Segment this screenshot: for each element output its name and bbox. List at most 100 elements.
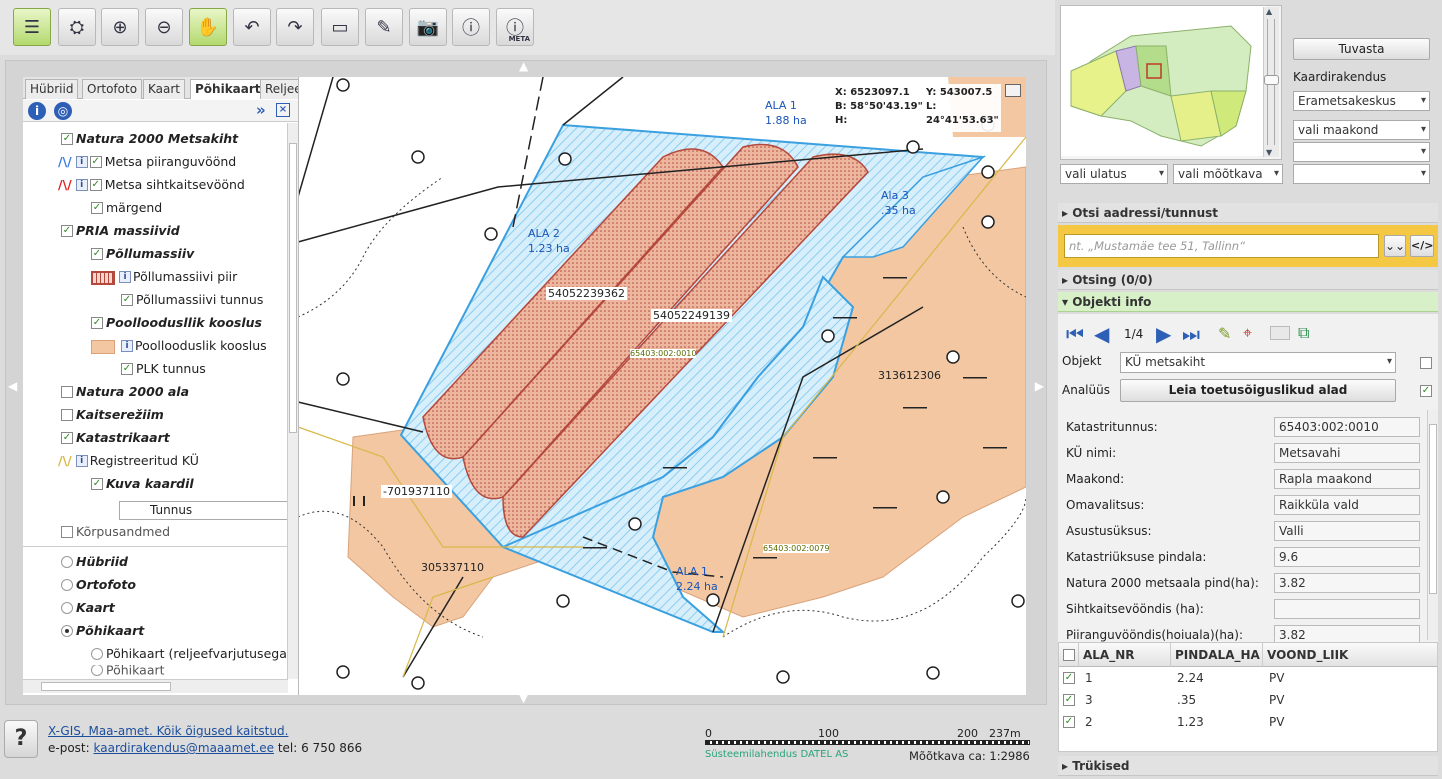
object-select[interactable]: KÜ metsakiht: [1120, 352, 1396, 373]
layer-metsa-piiranguvoond[interactable]: /\/i ✓ Metsa piiranguvöönd: [58, 150, 298, 173]
app-select[interactable]: Erametsakeskus: [1293, 91, 1430, 111]
pan-north-arrow[interactable]: ▲: [519, 59, 528, 73]
address-search-input[interactable]: nt. „Mustamäe tee 51, Tallinn“: [1064, 234, 1379, 258]
identify-meta-button[interactable]: ⓘ META: [496, 8, 534, 46]
overview-map[interactable]: [1060, 5, 1282, 160]
print-button[interactable]: 📷: [409, 8, 447, 46]
expand-icon[interactable]: »: [256, 101, 266, 119]
field-value[interactable]: Valli: [1274, 521, 1420, 541]
pan-east-arrow[interactable]: ▶: [1035, 379, 1044, 393]
layer-katastrikaart[interactable]: ✓ Katastrikaart: [61, 426, 298, 449]
coord-toggle-icon[interactable]: [1005, 84, 1021, 97]
prev-page-icon[interactable]: ◀: [1094, 322, 1109, 346]
layer-info-icon[interactable]: i: [75, 454, 88, 467]
hscroll-thumb[interactable]: [41, 682, 171, 691]
layer-info-icon[interactable]: i: [119, 270, 131, 283]
field-value[interactable]: 65403:002:0010: [1274, 417, 1420, 437]
field-value[interactable]: 3.82: [1274, 573, 1420, 593]
layer-natura-ala[interactable]: Natura 2000 ala: [61, 380, 298, 403]
tab-ortofoto[interactable]: Ortofoto: [82, 79, 143, 99]
basemap-hybrid[interactable]: Hübriid: [61, 550, 298, 573]
zoom-out-button[interactable]: ⊖: [145, 8, 183, 46]
redo-button[interactable]: ↷: [276, 8, 314, 46]
full-extent-button[interactable]: ⛭: [58, 8, 96, 46]
search-options-button[interactable]: ⌄⌄: [1384, 235, 1406, 257]
tab-hybrid[interactable]: Hübriid: [25, 79, 79, 99]
label-field-select[interactable]: Tunnus: [119, 501, 298, 520]
tab-pohikaart[interactable]: Põhikaart: [190, 79, 266, 99]
tab-reljeef[interactable]: Reljeef: [260, 79, 298, 99]
code-toggle-button[interactable]: </>: [1410, 235, 1434, 257]
layer-metsa-sihtkaitsevoond[interactable]: /\/i ✓ Metsa sihtkaitsevöönd: [58, 173, 298, 196]
municipality-select[interactable]: [1293, 142, 1430, 162]
layer-natura-metsakiht[interactable]: ✓ Natura 2000 Metsakiht: [61, 127, 298, 150]
export-icon[interactable]: ⧉: [1298, 323, 1309, 343]
layer-kuva-kaardil[interactable]: ✓ Kuva kaardil: [91, 472, 298, 495]
next-page-icon[interactable]: ▶: [1156, 322, 1171, 346]
col-pindala-ha[interactable]: PINDALA_HA: [1171, 643, 1263, 667]
layer-info-icon[interactable]: i: [75, 178, 88, 191]
measure-distance-button[interactable]: ▭: [321, 8, 359, 46]
basemap-pohikaart[interactable]: Põhikaart: [61, 619, 298, 642]
section-search-address[interactable]: ▸ Otsi aadressi/tunnust: [1058, 203, 1438, 223]
basemap-pohikaart-relief[interactable]: Põhikaart (reljeefvarjutusega: [91, 642, 298, 665]
pan-west-arrow[interactable]: ◀: [8, 379, 17, 393]
layers-list-button[interactable]: ☰: [13, 8, 51, 46]
field-value[interactable]: Metsavahi: [1274, 443, 1420, 463]
zoom-slider[interactable]: ▲ ▼: [1263, 7, 1279, 157]
layer-info-icon[interactable]: i: [121, 339, 133, 352]
find-eligible-areas-button[interactable]: Leia toetusõiguslikud alad: [1120, 379, 1396, 402]
basemap-pohikaart-2[interactable]: Põhikaart: [91, 665, 298, 677]
zoom-in-button[interactable]: ⊕: [101, 8, 139, 46]
settlement-select[interactable]: [1293, 164, 1430, 184]
layer-poollooduslik-group[interactable]: ✓ Poolloodusllik kooslus: [91, 311, 298, 334]
layer-poollooduslik-kooslus[interactable]: i Poollooduslik kooslus: [91, 334, 298, 357]
col-voond-liik[interactable]: VOOND_LIIK: [1263, 643, 1438, 667]
col-ala-nr[interactable]: ALA_NR: [1079, 643, 1171, 667]
basemap-kaart[interactable]: Kaart: [61, 596, 298, 619]
undo-button[interactable]: ↶: [233, 8, 271, 46]
email-link[interactable]: kaardirakendus@maaamet.ee: [94, 741, 275, 755]
field-value[interactable]: 9.6: [1274, 547, 1420, 567]
field-value[interactable]: [1274, 599, 1420, 619]
last-page-icon[interactable]: ⏭: [1182, 322, 1200, 346]
pan-button[interactable]: ✋: [189, 8, 227, 46]
select-all-header[interactable]: [1059, 643, 1079, 667]
globe-info-icon[interactable]: ◎: [54, 102, 72, 120]
zoom-to-object-icon[interactable]: ⌖: [1243, 323, 1252, 343]
extent-select[interactable]: vali ulatus: [1060, 164, 1168, 184]
copyright-link[interactable]: X-GIS, Maa-amet. Kõik õigused kaitstud.: [48, 724, 288, 738]
county-select[interactable]: vali maakond: [1293, 120, 1430, 140]
measure-area-button[interactable]: ✎: [365, 8, 403, 46]
scroll-thumb[interactable]: [289, 143, 297, 433]
table-icon[interactable]: [1270, 326, 1290, 340]
layer-pollumassiivi-tunnus[interactable]: ✓ Põllumassiivi tunnus: [121, 288, 298, 311]
layer-registreeritud-ku[interactable]: /\/i Registreeritud KÜ: [58, 449, 298, 472]
layer-plk-tunnus[interactable]: ✓ PLK tunnus: [121, 357, 298, 380]
layer-pria-massiivid[interactable]: ✓ PRIA massiivid: [61, 219, 298, 242]
layer-panel-hscrollbar[interactable]: [23, 679, 288, 693]
layer-panel-scrollbar[interactable]: [287, 123, 298, 679]
identify-button[interactable]: ⓘ: [452, 8, 490, 46]
first-page-icon[interactable]: ⏮: [1066, 322, 1084, 346]
tuvasta-button[interactable]: Tuvasta: [1293, 38, 1430, 60]
field-value[interactable]: Rapla maakond: [1274, 469, 1420, 489]
object-checkbox[interactable]: [1420, 357, 1432, 369]
fields-scrollbar[interactable]: [1427, 410, 1438, 640]
edit-pencil-icon[interactable]: ✎: [1218, 324, 1231, 343]
layer-pollumassiivi-piir[interactable]: i Põllumassiivi piir: [91, 265, 298, 288]
tab-kaart[interactable]: Kaart: [143, 79, 186, 99]
analysis-checkbox[interactable]: ✓: [1420, 385, 1432, 397]
layer-pollumassiiv[interactable]: ✓ Põllumassiiv: [91, 242, 298, 265]
close-panel-icon[interactable]: ×: [276, 103, 290, 117]
zoom-slider-handle[interactable]: [1264, 75, 1279, 85]
section-object-info[interactable]: ▾ Objekti info: [1058, 292, 1438, 312]
field-value[interactable]: 3.82: [1274, 625, 1420, 642]
field-value[interactable]: Raikküla vald: [1274, 495, 1420, 515]
layer-korpusandmed[interactable]: Kõrpusandmed: [61, 520, 298, 543]
section-prints[interactable]: ▸ Trükised: [1058, 756, 1438, 776]
scale-select[interactable]: vali mõõtkava: [1173, 164, 1283, 184]
section-search-results[interactable]: ▸ Otsing (0/0): [1058, 270, 1438, 290]
layer-margend[interactable]: ✓ märgend: [91, 196, 298, 219]
info-icon[interactable]: i: [28, 102, 46, 120]
